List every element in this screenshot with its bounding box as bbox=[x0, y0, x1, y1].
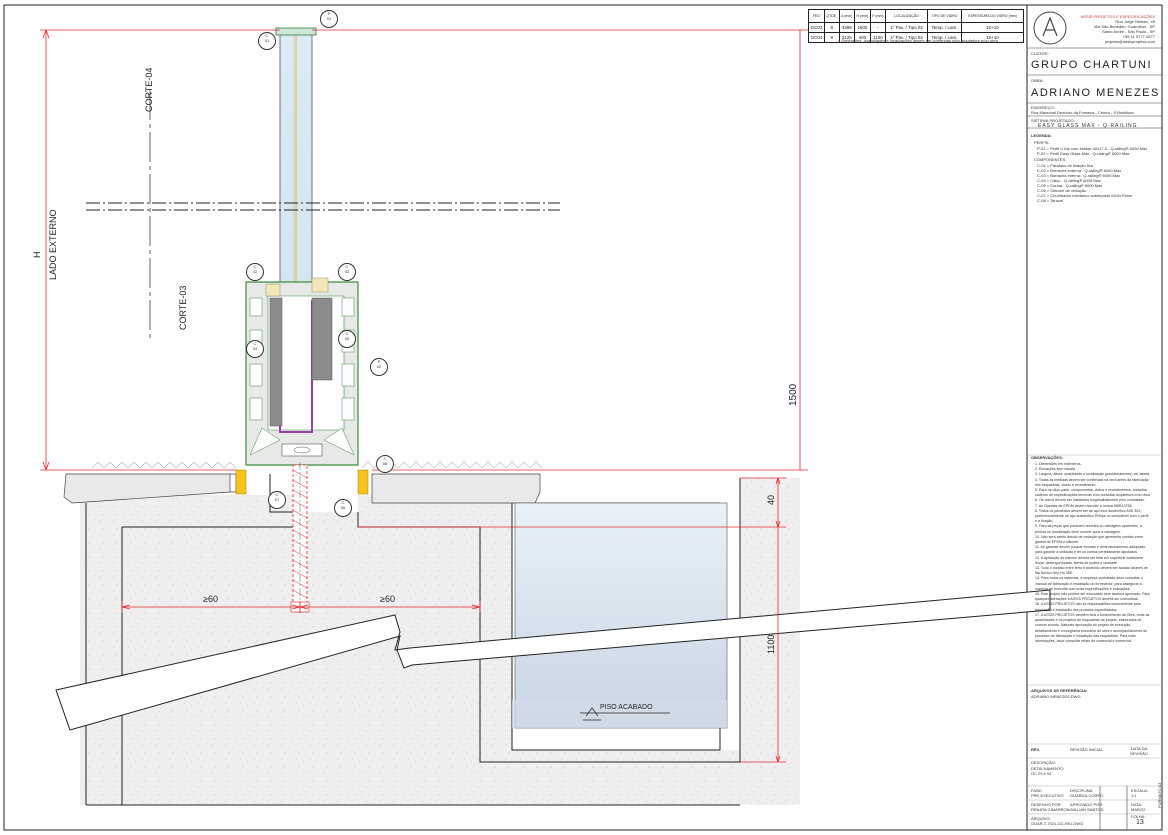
section-label-corte04: CORTE-04 bbox=[144, 67, 154, 112]
tag-p01: P 01 bbox=[320, 10, 338, 28]
revision-date-label: DATA DA REVISÃO bbox=[1130, 746, 1148, 756]
work-name: ADRIANO MENEZES bbox=[1031, 87, 1160, 99]
client-label: CLIENTE: bbox=[1031, 51, 1050, 56]
table-cell: GC04 bbox=[808, 32, 825, 43]
table-cell: 1º Pav. / Tipo 02 bbox=[885, 22, 929, 34]
description-sub: GC 03 e 04 bbox=[1031, 771, 1052, 776]
table-cell: GC03 bbox=[808, 22, 825, 34]
note-item: 6. Os vidros devem ser instalados longit… bbox=[1035, 498, 1146, 503]
approver-value: WILLIAN SANTOS bbox=[1070, 807, 1104, 812]
note-item: 9. Para as peças que possuem recortes ou… bbox=[1035, 524, 1142, 534]
revision-description: REVISÃO INICIAL bbox=[1070, 747, 1103, 752]
table-header-cell: TIPO DE VIDRO bbox=[927, 8, 962, 24]
dimension-min60-right: ≥60 bbox=[380, 594, 395, 604]
warning-icon: !! bbox=[838, 38, 841, 43]
notes-list: 1. Dimensões em milímetros. 2. Elevações… bbox=[1035, 462, 1151, 644]
system-name: EASY GLASS MAX - Q-RAILING bbox=[1038, 123, 1138, 129]
page-number: 13 bbox=[1136, 819, 1144, 826]
table-header-cell: QTDE. bbox=[823, 8, 840, 24]
work-label: OBRA: bbox=[1031, 78, 1044, 83]
note-item: 16. A ASSIS PROJETOS não se responsabili… bbox=[1035, 602, 1141, 612]
discipline-value: GUARDA-CORPO bbox=[1070, 793, 1104, 798]
date-value: MAR/22 bbox=[1131, 807, 1146, 812]
company-logo bbox=[1033, 11, 1067, 45]
tag-c03: C 03 bbox=[338, 263, 356, 281]
scale-value: 1:1 bbox=[1131, 793, 1137, 798]
drawing-sheet: P 01 C 01 C 02 C 03 C 04 C 05 P 02 C 06 C 07 C 08 … bbox=[0, 0, 1168, 835]
company-address-line: projetos@assisprojetos.com bbox=[1104, 39, 1155, 44]
table-note-text: Dimensões, quantidades e localizações de… bbox=[841, 38, 998, 43]
table-header-cell: A (mm) bbox=[838, 8, 855, 24]
tag-p02: P 02 bbox=[370, 358, 388, 376]
table-row: GC03 8 3399 1500 - 1º Pav. / Tipo 02 Tem… bbox=[808, 22, 1025, 34]
legend-label: LEGENDA: bbox=[1031, 133, 1052, 138]
revision-label: REV. bbox=[1031, 747, 1040, 752]
table-cell: 1500 bbox=[853, 22, 871, 34]
note-item: 17. A ASSIS PROJETOS também fará o forne… bbox=[1035, 612, 1150, 643]
company-info: ASSIS PROJETOS E ESPECIFICAÇÕES Rua Jorg… bbox=[1075, 14, 1155, 44]
note-item: 3. Largura, altura, quantidade e localiz… bbox=[1035, 472, 1151, 477]
note-item: 4. Todas as medidas devem ser conferidas… bbox=[1035, 477, 1149, 487]
file-value: GUAR-T-7021-GC-R01.DWG bbox=[1031, 821, 1084, 826]
description-label: DESCRIÇÃO: bbox=[1031, 760, 1056, 765]
table-cell: 10+10 bbox=[960, 22, 1025, 34]
table-cell: Temp. / Lam. bbox=[927, 22, 962, 34]
tag-c04: C 04 bbox=[246, 340, 264, 358]
tag-c06: C 06 bbox=[334, 499, 352, 517]
section-label-corte03: CORTE-03 bbox=[178, 285, 188, 330]
note-item: 14. Para todos os sistemas, a empresa co… bbox=[1035, 576, 1143, 591]
note-item: 13. Todo o contato entre ferro e alumíni… bbox=[1035, 566, 1148, 576]
note-item: 10. Não será aceito desvio de vedação qu… bbox=[1035, 534, 1144, 545]
table-header-cell: H (mm) bbox=[853, 8, 871, 24]
client-name: GRUPO CHARTUNI bbox=[1031, 59, 1153, 71]
note-item: 15. Este projeto não poderá ser executad… bbox=[1035, 592, 1150, 602]
legend-item: P-02 = Perfil Easy Glass Max - Q-railing… bbox=[1037, 151, 1130, 156]
references-label: ARQUIVOS DE REFERÊNCIA: bbox=[1031, 688, 1088, 693]
designer-value: RENATA GIMARRON bbox=[1031, 807, 1070, 812]
dimension-label-h: H bbox=[32, 251, 42, 259]
tag-c07: C 07 bbox=[268, 491, 286, 509]
components-label: COMPONENTES: bbox=[1034, 157, 1067, 162]
finished-floor-label: PISO ACABADO bbox=[600, 704, 653, 711]
table-cell: 8 bbox=[823, 32, 840, 43]
table-cell: - bbox=[869, 22, 887, 34]
note-item: 11. As gaxetas devem possuir formato e d… bbox=[1035, 545, 1146, 555]
tag-c01: C 01 bbox=[258, 32, 276, 50]
address-value: Rua Marechal Deodoro da Fonseca - Centro… bbox=[1031, 110, 1134, 115]
side-label: LADO EXTERNO bbox=[48, 209, 58, 280]
tag-c08: C 08 bbox=[376, 455, 394, 473]
references-value: ADRIANO MENEZES.DWG bbox=[1031, 694, 1081, 699]
profiles-label: PERFIS: bbox=[1034, 140, 1050, 145]
legend-item: C-08 = Tarucel bbox=[1037, 198, 1064, 203]
sheet-format: FORMATO A3 bbox=[1157, 782, 1162, 808]
dimension-40: 40 bbox=[766, 494, 776, 505]
table-cell: 8 bbox=[823, 22, 840, 34]
table-header-cell: LOCALIZAÇÃO bbox=[885, 8, 929, 24]
notes-title: OBSERVAÇÕES: bbox=[1031, 455, 1064, 460]
table-cell: 3399 bbox=[838, 22, 855, 34]
dimension-min60-left: ≥60 bbox=[203, 594, 218, 604]
table-header-cell: F (mm) bbox=[869, 8, 887, 24]
phase-value: PRÉ-EXECUTIVO bbox=[1031, 793, 1064, 798]
dimension-1500: 1500 bbox=[788, 383, 799, 406]
tag-c02: C 02 bbox=[246, 263, 264, 281]
note-item: 12. A aplicação do silicone deverá ser f… bbox=[1035, 555, 1144, 565]
tag-c05: C 05 bbox=[338, 330, 356, 348]
table-header-cell: ESPESSURA DO VIDRO (mm) bbox=[960, 8, 1025, 24]
table-note: !! Dimensões, quantidades e localizações… bbox=[838, 38, 998, 43]
table-header-cell: FEO bbox=[808, 8, 825, 24]
dimension-1100: 1100 bbox=[766, 634, 776, 654]
table-header-row: FEO QTDE. A (mm) H (mm) F (mm) LOCALIZAÇ… bbox=[808, 8, 1025, 24]
note-item: 8. Todos os parafusos devem ser de aço i… bbox=[1035, 508, 1149, 524]
note-item: 5. Para os vãos parte, componentes, vidr… bbox=[1035, 488, 1151, 498]
